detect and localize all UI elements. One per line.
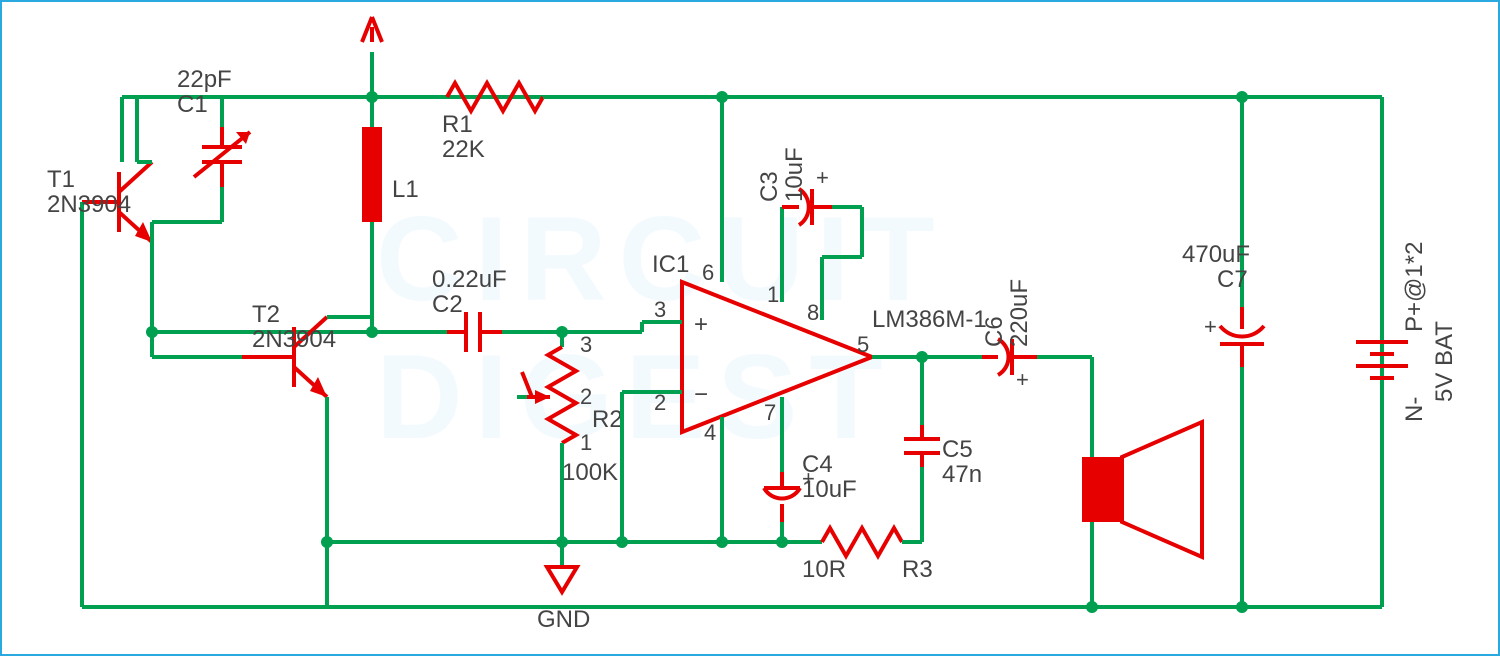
c5-ref: C5	[942, 436, 973, 463]
r2-pin1: 1	[580, 430, 592, 455]
ic1-pin7: 7	[764, 400, 776, 425]
r1-value: 22K	[442, 136, 485, 163]
svg-text:−: −	[694, 381, 708, 408]
r3-ref: R3	[902, 556, 933, 583]
c3-ref: C3	[756, 171, 783, 202]
ground-symbol: GND	[327, 536, 590, 633]
svg-text:+: +	[816, 165, 829, 190]
r3-value: 10R	[802, 556, 846, 583]
capacitor-c6: + C6 220uF	[922, 279, 1092, 392]
ic1-pin2: 2	[654, 390, 666, 415]
inductor-l1: L1	[152, 17, 419, 332]
l1-ref: L1	[392, 176, 419, 203]
r1-ref: R1	[442, 111, 473, 138]
schematic-diagram: CIRCUIT DIGEST T1 2N3904 22pF C1	[0, 0, 1500, 656]
c1-value: 22pF	[177, 66, 232, 93]
c2-value: 0.22uF	[432, 266, 507, 293]
capacitor-c1: 22pF C1	[152, 66, 250, 242]
r2-value: 100K	[562, 459, 618, 486]
c6-ref: C6	[981, 316, 1008, 347]
transistor-t1: T1 2N3904	[47, 97, 152, 607]
c2-ref: C2	[432, 291, 463, 318]
c7-ref: C7	[1217, 266, 1248, 293]
capacitor-c4: + C4 10uF	[764, 451, 857, 542]
ic1-pin5: 5	[857, 332, 869, 357]
gnd-label: GND	[537, 606, 590, 633]
svg-text:+: +	[1016, 367, 1029, 392]
c5-value: 47n	[942, 461, 982, 488]
resistor-r3: 10R R3	[782, 528, 933, 583]
ic1-pin8: 8	[807, 300, 819, 325]
t1-part: 2N3904	[47, 191, 131, 218]
bat-value: 5V BAT	[1431, 321, 1458, 402]
r2-pin2: 2	[580, 384, 592, 409]
r2-ref: R2	[592, 406, 623, 433]
svg-text:+: +	[1204, 314, 1217, 339]
ic1-pin4: 4	[704, 420, 716, 445]
c4-value: 10uF	[802, 476, 857, 503]
potentiometer-r2: 3 2 1 R2 100K	[517, 332, 623, 542]
c1-ref: C1	[177, 91, 208, 118]
c6-value: 220uF	[1006, 279, 1033, 347]
svg-text:+: +	[694, 311, 708, 338]
ic1-pin3: 3	[654, 297, 666, 322]
speaker-icon	[1082, 357, 1202, 607]
ic1-ref: IC1	[652, 251, 689, 278]
bat-pos: P+@1*2	[1401, 242, 1428, 332]
capacitor-c5: C5 47n	[904, 357, 982, 542]
schematic-svg: T1 2N3904 22pF C1 L1 T2 2N3904	[2, 2, 1500, 658]
ic1-pin6: 6	[702, 260, 714, 285]
c7-value: 470uF	[1182, 241, 1250, 268]
ic1-pin1: 1	[767, 282, 779, 307]
battery-symbol: P+@1*2 N- 5V BAT	[1356, 97, 1458, 607]
capacitor-c3: + C3 10uF	[756, 147, 862, 257]
transistor-t2: T2 2N3904	[152, 301, 372, 607]
capacitor-c2: 0.22uF C2	[372, 266, 562, 352]
bat-neg: N-	[1401, 397, 1428, 422]
ic1-amplifier: + − 3 2 6 1 8 4 7 5 IC1 LM386M-1	[642, 251, 987, 457]
c4-ref: C4	[802, 451, 833, 478]
c3-value: 10uF	[781, 147, 808, 202]
t2-part: 2N3904	[252, 326, 336, 353]
t1-ref: T1	[47, 166, 75, 193]
capacitor-c7: + 470uF C7	[1182, 97, 1264, 607]
t2-ref: T2	[252, 301, 280, 328]
r2-pin3: 3	[580, 332, 592, 357]
ic1-part: LM386M-1	[872, 306, 987, 333]
